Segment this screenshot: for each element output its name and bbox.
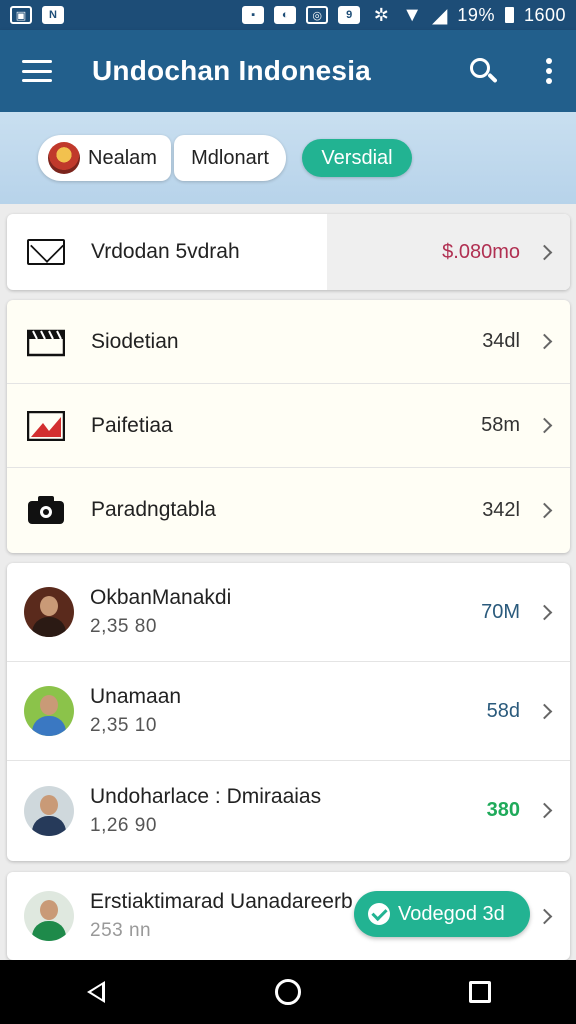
photo-icon: ▣: [10, 6, 32, 24]
home-icon: [275, 979, 301, 1005]
alarm-icon: ◎: [306, 6, 329, 24]
chevron-right-icon: [536, 703, 553, 719]
back-icon: [87, 981, 105, 1003]
camera-icon: [27, 495, 65, 525]
avatar: [24, 686, 74, 736]
chevron-right-icon: [536, 333, 553, 350]
row-value: 342l: [482, 498, 520, 521]
emblem-icon: [48, 142, 80, 174]
row-value: 58m: [481, 414, 520, 436]
row-value: $.080mo: [442, 240, 520, 263]
chevron-right-icon: [536, 908, 553, 924]
chip-label: Mdlonart: [191, 146, 269, 169]
chevron-right-icon: [536, 802, 553, 819]
sync-icon: ◐: [274, 6, 297, 24]
row-label: Paradngtabla: [91, 498, 216, 521]
chevron-right-icon: [536, 502, 553, 518]
chevron-right-icon: [536, 417, 553, 434]
nfc-icon: 9: [338, 6, 361, 24]
check-icon: [368, 903, 390, 925]
person-count: 2,35 80: [90, 616, 157, 637]
row-label: Vrdodan 5vdrah: [91, 240, 240, 263]
list-item[interactable]: Siodetian 34dl: [7, 300, 570, 384]
person-count: 2,35 10: [90, 715, 157, 736]
more-options-icon[interactable]: [544, 58, 554, 84]
clock: 1600: [523, 4, 566, 25]
row-value: 34dl: [482, 330, 520, 352]
people-card: OkbanManakdi 2,35 80 70M Unamaan 2,35 10…: [7, 563, 570, 861]
avatar: [24, 587, 74, 637]
list-item[interactable]: Vrdodan 5vdrah $.080mo: [7, 214, 570, 290]
chevron-right-icon: [536, 244, 553, 260]
list-item[interactable]: Paradngtabla 342l: [7, 468, 570, 552]
wifi-icon: ▼: [402, 3, 423, 26]
nav-home-button[interactable]: [258, 962, 318, 1022]
people-card-partial: Erstiaktimarad Uanadareerb 253 nn Vodego…: [7, 872, 570, 960]
image-icon: [26, 410, 66, 441]
verified-badge-button[interactable]: Vodegod 3d: [354, 891, 530, 937]
person-count: 253 nn: [90, 920, 152, 941]
person-name: Unamaan: [90, 685, 182, 708]
filter-chip-mdlonart[interactable]: Mdlonart: [174, 135, 286, 181]
list-item[interactable]: Undoharlace : Dmiraaias 1,26 90 380: [7, 761, 570, 860]
mail-icon: [27, 239, 65, 265]
filter-bar: Nealam Mdlonart Versdial: [0, 112, 576, 204]
chip-label: Versdial: [321, 146, 393, 169]
row-value: 58d: [486, 699, 520, 722]
person-count: 1,26 90: [90, 814, 157, 836]
list-item[interactable]: Erstiaktimarad Uanadareerb 253 nn Vodego…: [7, 872, 570, 960]
badge-label: Vodegod 3d: [398, 902, 505, 925]
avatar: [24, 785, 74, 836]
list-item[interactable]: Paifetiaa 58m: [7, 384, 570, 468]
settings-icon: ✲: [373, 4, 389, 25]
categories-card: Siodetian 34dl Paifetiaa 58m Paradngtabl…: [7, 300, 570, 553]
clapper-icon: [26, 327, 66, 357]
row-value: 380: [486, 799, 520, 821]
signal-icon: ◢: [432, 4, 448, 27]
app-bar: Undochan Indonesia: [0, 30, 576, 112]
row-label: Paifetiaa: [91, 413, 173, 437]
person-name: Erstiaktimarad Uanadareerb: [90, 890, 353, 913]
hamburger-menu-icon[interactable]: [22, 60, 52, 82]
page-title: Undochan Indonesia: [92, 55, 371, 86]
filter-chip-nealam[interactable]: Nealam: [38, 135, 171, 181]
summary-card: Vrdodan 5vdrah $.080mo: [7, 214, 570, 290]
nav-recents-button[interactable]: [450, 962, 510, 1022]
person-name: OkbanManakdi: [90, 586, 232, 609]
app-icon: N: [42, 6, 64, 24]
chip-label: Nealam: [88, 146, 157, 169]
person-name: Undoharlace : Dmiraaias: [90, 784, 322, 808]
battery-level: 19%: [457, 4, 495, 25]
list-item[interactable]: Unamaan 2,35 10 58d: [7, 662, 570, 761]
row-value: 70M: [481, 600, 520, 623]
chevron-right-icon: [536, 604, 553, 620]
list-item[interactable]: OkbanManakdi 2,35 80 70M: [7, 563, 570, 662]
recent-apps-icon: [469, 981, 491, 1003]
search-icon[interactable]: [466, 54, 500, 88]
row-label: Siodetian: [91, 329, 179, 353]
status-bar: ▣ N ▪ ◐ ◎ 9 ✲ ▼ ◢ 19% 1600: [0, 0, 576, 30]
avatar: [24, 891, 74, 941]
system-nav-bar: [0, 960, 576, 1024]
battery-icon: [504, 7, 514, 23]
nav-back-button[interactable]: [66, 962, 126, 1022]
notification-icon: ▪: [242, 6, 265, 24]
filter-chip-versdial[interactable]: Versdial: [302, 139, 412, 177]
